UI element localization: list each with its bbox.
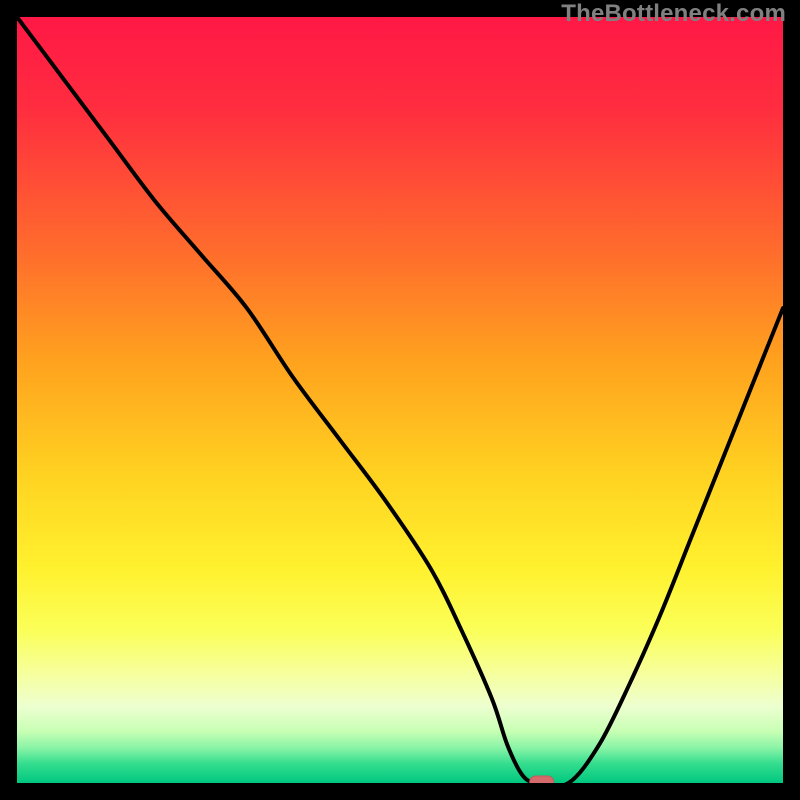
plot-svg [17,17,783,783]
plot-area [17,17,783,783]
gradient-background [17,17,783,783]
attribution-watermark: TheBottleneck.com [561,0,786,28]
chart-stage: TheBottleneck.com [0,0,800,800]
optimal-point-marker [530,776,554,783]
